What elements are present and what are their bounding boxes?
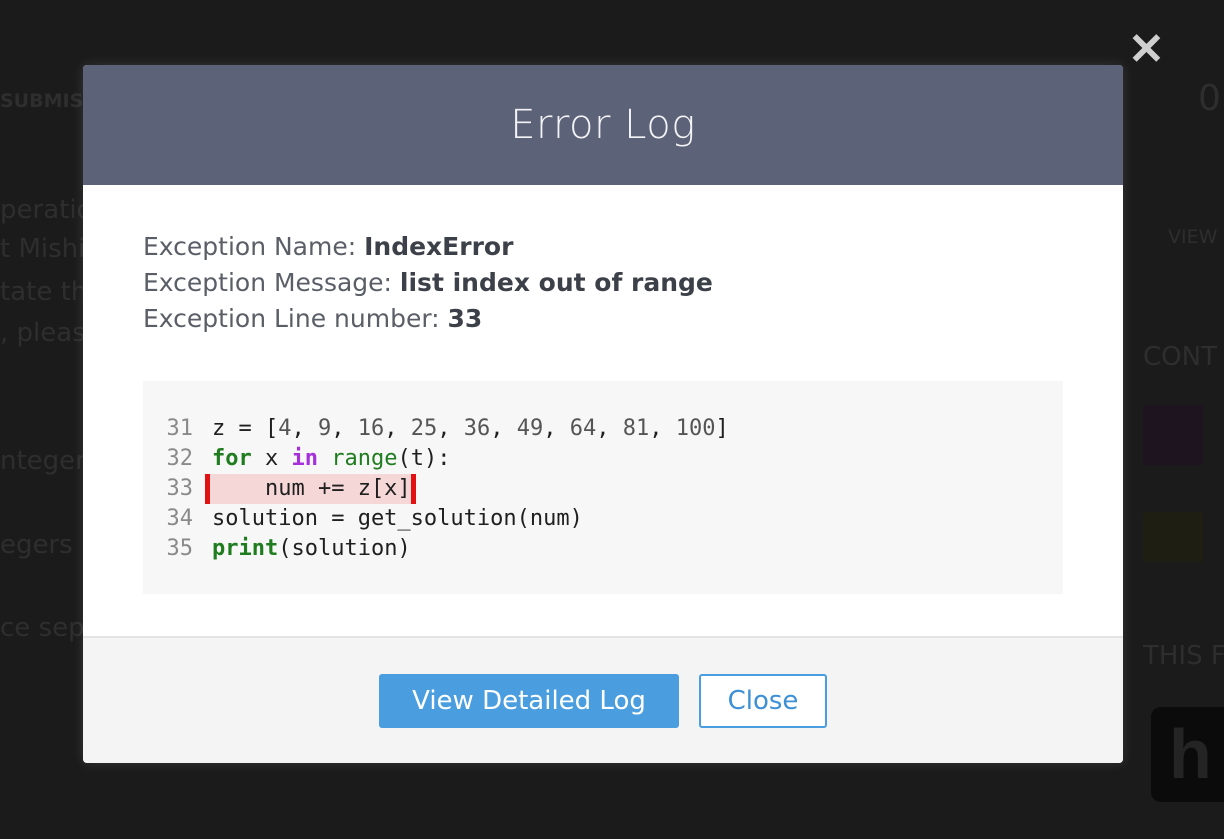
close-icon[interactable]: ✕ (1128, 28, 1165, 72)
contributor-avatar (1143, 405, 1203, 465)
line-number: 34 (166, 506, 194, 531)
problem-text: tate th (0, 277, 88, 307)
problem-text: t Mishi (0, 234, 86, 264)
code-snippet: 31 z = [4, 9, 16, 25, 36, 49, 64, 81, 100… (143, 381, 1063, 594)
contributor-avatar (1143, 512, 1203, 562)
code-line: 35 print(solution) (143, 534, 1063, 564)
view-detailed-log-button[interactable]: View Detailed Log (379, 673, 679, 728)
code-text: solution = get_solution(num) (212, 506, 583, 531)
line-number: 32 (166, 446, 194, 471)
site-logo: h (1151, 707, 1224, 802)
exception-message-value: list index out of range (399, 268, 713, 297)
exception-name-label: Exception Name: (143, 232, 365, 261)
modal-title: Error Log (510, 102, 696, 148)
problem-text: egers (0, 530, 73, 560)
exception-message-row: Exception Message: list index out of ran… (143, 265, 1063, 301)
line-number: 33 (166, 476, 194, 501)
this-problem-heading: THIS F (1143, 641, 1224, 671)
exception-message-label: Exception Message: (143, 268, 400, 297)
score-value: 0 (1198, 78, 1221, 119)
code-text: num += z[x] (205, 474, 416, 504)
problem-text: nteger (0, 446, 86, 476)
submissions-tab: SUBMIS (0, 90, 84, 112)
error-log-modal: Error Log Exception Name: IndexError Exc… (83, 65, 1123, 763)
line-number: 31 (166, 416, 194, 441)
modal-header: Error Log (83, 65, 1123, 185)
exception-line-row: Exception Line number: 33 (143, 301, 1063, 337)
code-line: 32 for x in range(t): (143, 444, 1063, 474)
modal-footer: View Detailed Log Close (83, 636, 1123, 763)
exception-line-label: Exception Line number: (143, 304, 448, 333)
view-link: VIEW (1168, 226, 1218, 248)
exception-name-row: Exception Name: IndexError (143, 229, 1063, 265)
code-line-error: 33 num += z[x] (143, 474, 1063, 504)
code-text: for x in range(t): (212, 446, 451, 471)
exception-line-value: 33 (447, 304, 483, 333)
close-button[interactable]: Close (699, 673, 827, 728)
code-text: z = [4, 9, 16, 25, 36, 49, 64, 81, 100] (212, 416, 729, 441)
code-line: 34 solution = get_solution(num) (143, 504, 1063, 534)
code-text: print(solution) (212, 536, 411, 561)
modal-body: Exception Name: IndexError Exception Mes… (83, 185, 1123, 594)
contributors-heading: CONT (1143, 342, 1217, 372)
line-number: 35 (166, 536, 194, 561)
exception-name-value: IndexError (364, 232, 514, 261)
code-line: 31 z = [4, 9, 16, 25, 36, 49, 64, 81, 100… (143, 414, 1063, 444)
problem-text: peratio (0, 195, 93, 225)
